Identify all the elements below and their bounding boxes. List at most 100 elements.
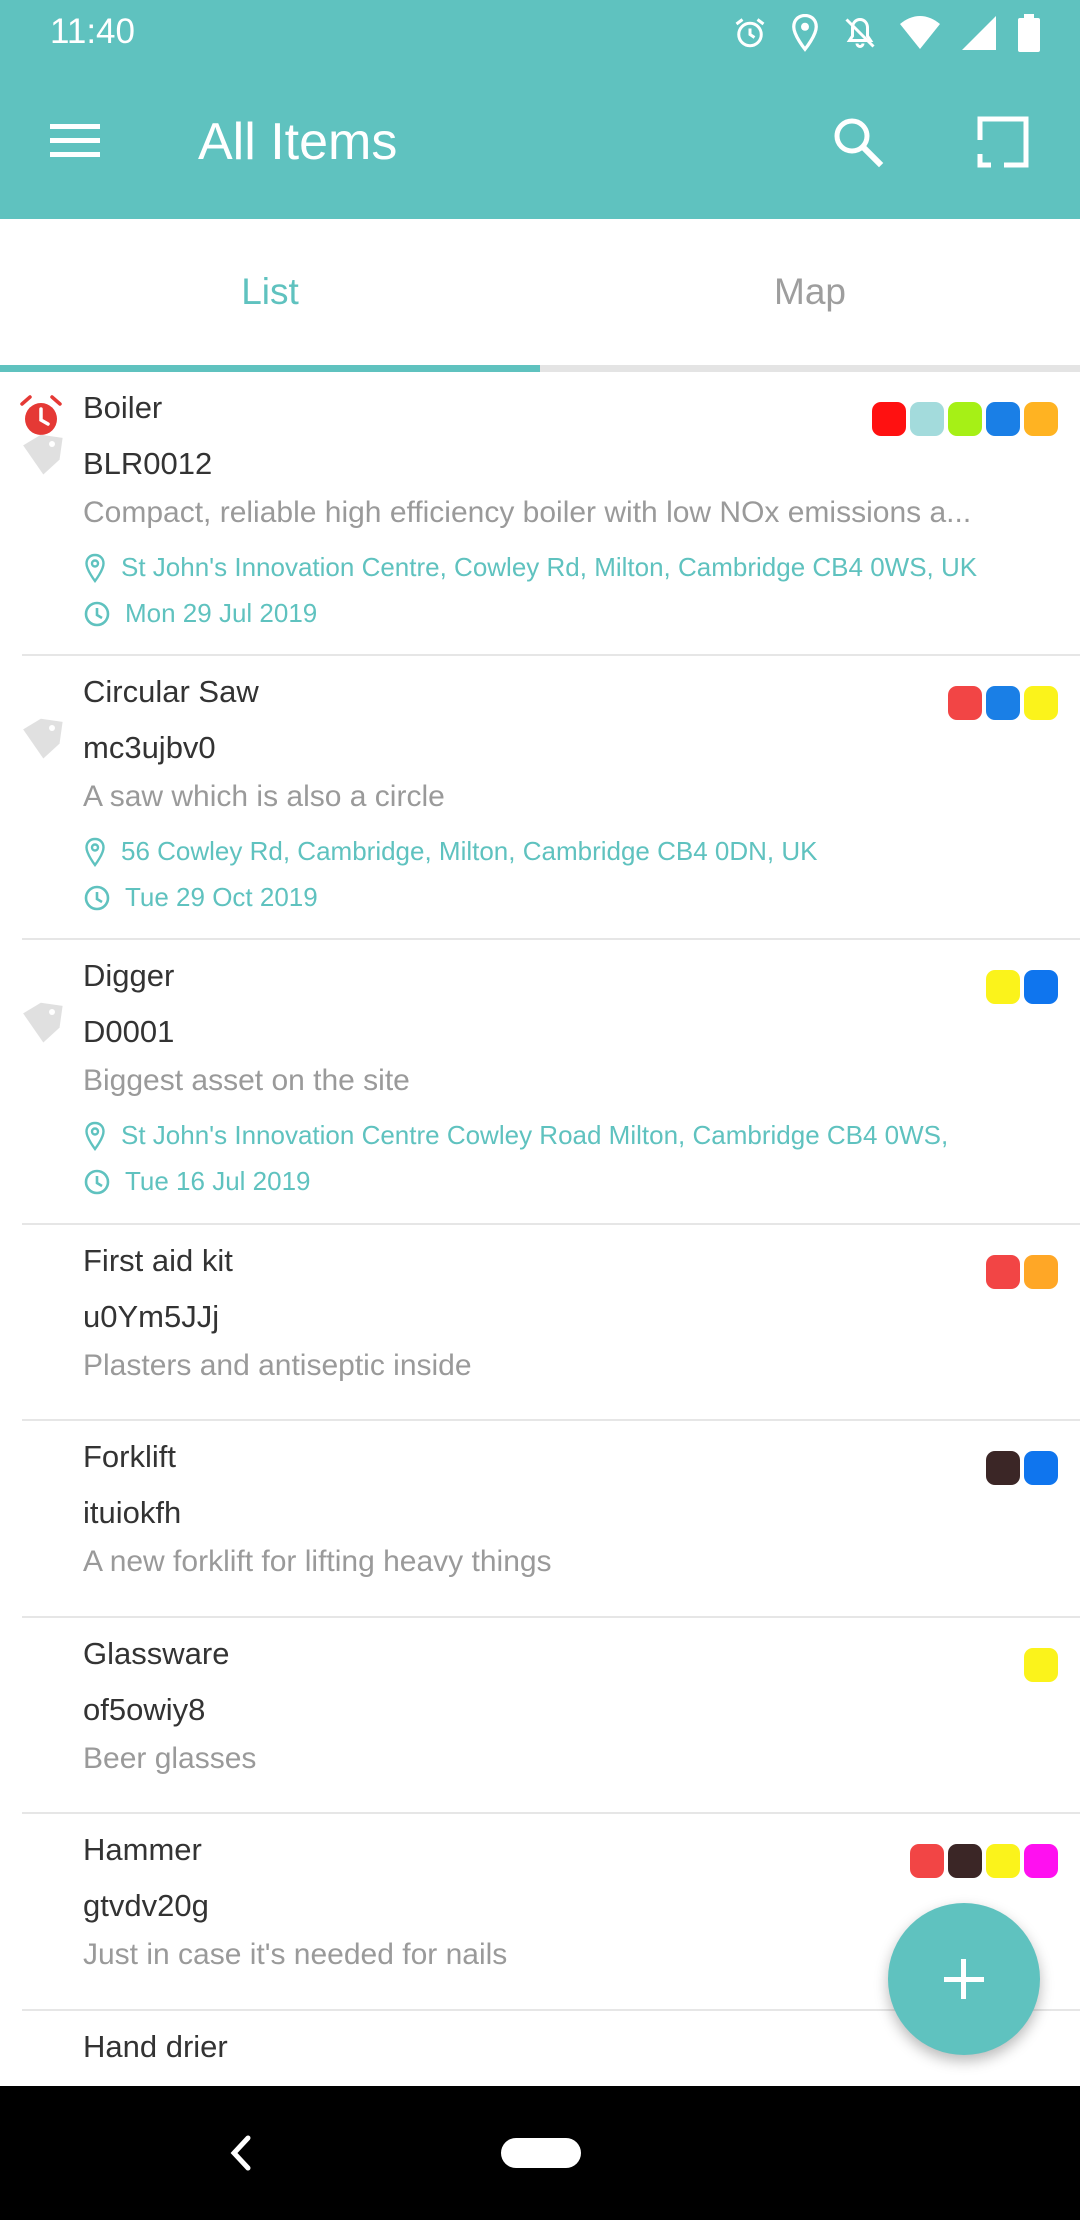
item-location: 56 Cowley Rd, Cambridge, Milton, Cambrid… [83, 836, 818, 867]
location-pin-icon [83, 553, 121, 583]
tab-map[interactable]: Map [540, 219, 1080, 365]
scan-icon[interactable] [975, 114, 1031, 170]
item-description: A new forklift for lifting heavy things [83, 1545, 552, 1578]
item-color-tags [986, 970, 1058, 1004]
item-color-tags [910, 1844, 1058, 1878]
color-tag [1024, 1451, 1058, 1485]
back-icon[interactable] [222, 2132, 258, 2174]
item-description: Plasters and antiseptic inside [83, 1349, 472, 1382]
status-bar: 11:40 [0, 0, 1080, 66]
tag-icon [18, 432, 64, 483]
items-list[interactable]: Boiler BLR0012 Compact, reliable high effi… [0, 372, 1080, 2086]
app-bar: 11:40 All Items [0, 0, 1080, 219]
item-date: Tue 16 Jul 2019 [83, 1166, 311, 1197]
color-tag [986, 970, 1020, 1004]
color-tag [1024, 1648, 1058, 1682]
item-color-tags [1024, 1648, 1058, 1682]
item-name: Circular Saw [83, 674, 259, 709]
item-date: Mon 29 Jul 2019 [83, 598, 317, 629]
item-color-tags [986, 1255, 1058, 1289]
location-pin-icon [83, 1121, 121, 1151]
color-tag [986, 1255, 1020, 1289]
color-tag [948, 402, 982, 436]
item-date-text: Mon 29 Jul 2019 [125, 598, 318, 628]
item-color-tags [872, 402, 1058, 436]
tag-icon [18, 716, 64, 767]
list-item-content: Boiler BLR0012 Compact, reliable high effi… [0, 372, 1080, 656]
item-description: A saw which is also a circle [83, 780, 445, 813]
color-tag [986, 1844, 1020, 1878]
item-date: Tue 29 Oct 2019 [83, 882, 318, 913]
list-item-content: Glassware of5owiy8 Beer glasses [0, 1618, 1080, 1814]
color-tag [948, 686, 982, 720]
add-item-button[interactable] [888, 1903, 1040, 2055]
item-location: St John's Innovation Centre Cowley Road … [83, 1120, 948, 1151]
item-name: First aid kit [83, 1243, 233, 1278]
item-location: St John's Innovation Centre, Cowley Rd, … [83, 552, 977, 583]
signal-icon [962, 16, 996, 50]
color-tag [986, 402, 1020, 436]
menu-icon[interactable] [48, 118, 104, 164]
item-color-tags [986, 1451, 1058, 1485]
color-tag [1024, 402, 1058, 436]
list-item[interactable]: Digger D0001 Biggest asset on the site St J… [22, 940, 1080, 1225]
color-tag [986, 1451, 1020, 1485]
list-item[interactable]: Glassware of5owiy8 Beer glasses [22, 1618, 1080, 1814]
tag-icon [18, 1000, 64, 1051]
item-name: Digger [83, 958, 175, 993]
item-name: Hammer [83, 1832, 202, 1867]
status-icons [732, 12, 1040, 54]
item-code: BLR0012 [83, 446, 213, 481]
item-code: u0Ym5JJj [83, 1299, 220, 1334]
clock-icon [83, 884, 125, 912]
list-item[interactable]: Circular Saw mc3ujbv0 A saw which is also … [22, 656, 1080, 940]
plus-icon-stroke [961, 1959, 966, 1999]
item-date-text: Tue 29 Oct 2019 [125, 882, 318, 912]
item-description: Biggest asset on the site [83, 1064, 410, 1097]
color-tag [910, 1844, 944, 1878]
list-item-content: Digger D0001 Biggest asset on the site St J… [0, 940, 1080, 1225]
color-tag [1024, 1844, 1058, 1878]
color-tag [1024, 970, 1058, 1004]
item-code: D0001 [83, 1014, 175, 1049]
item-location-text: St John's Innovation Centre Cowley Road … [121, 1120, 949, 1150]
wifi-icon [900, 16, 940, 49]
item-location-text: 56 Cowley Rd, Cambridge, Milton, Cambrid… [121, 836, 818, 866]
search-icon[interactable] [830, 114, 886, 170]
item-location-text: St John's Innovation Centre, Cowley Rd, … [121, 552, 978, 582]
color-tag [948, 1844, 982, 1878]
item-code: of5owiy8 [83, 1692, 206, 1727]
item-description: Beer glasses [83, 1742, 257, 1775]
alarm-icon [735, 18, 765, 48]
item-description: Compact, reliable high efficiency boiler… [83, 496, 972, 529]
page-title: All Items [198, 113, 398, 171]
clock-icon [83, 1168, 125, 1196]
item-name: Hand drier [83, 2029, 228, 2064]
item-code: ituiokfh [83, 1495, 182, 1530]
battery-icon [1018, 14, 1040, 52]
item-name: Glassware [83, 1636, 230, 1671]
item-code: mc3ujbv0 [83, 730, 216, 765]
item-date-text: Tue 16 Jul 2019 [125, 1166, 311, 1196]
item-name: Forklift [83, 1439, 176, 1474]
home-pill-icon[interactable] [501, 2138, 581, 2168]
color-tag [1024, 686, 1058, 720]
tab-indicator [0, 365, 540, 372]
color-tag [872, 402, 906, 436]
color-tag [1024, 1255, 1058, 1289]
color-tag [986, 686, 1020, 720]
tab-list[interactable]: List [0, 219, 540, 365]
list-item[interactable]: First aid kit u0Ym5JJj Plasters and antise… [22, 1225, 1080, 1421]
list-item-content: First aid kit u0Ym5JJj Plasters and antise… [0, 1225, 1080, 1421]
status-time: 11:40 [50, 12, 135, 51]
list-item[interactable]: Boiler BLR0012 Compact, reliable high effi… [20, 372, 1080, 656]
clock-icon [83, 600, 125, 628]
item-code: gtvdv20g [83, 1888, 209, 1923]
list-item-content: Forklift ituiokfh A new forklift for lifti… [0, 1421, 1080, 1618]
location-icon [792, 14, 818, 52]
item-name: Boiler [83, 390, 163, 425]
location-pin-icon [83, 837, 121, 867]
list-item-content: Circular Saw mc3ujbv0 A saw which is also … [0, 656, 1080, 940]
tab-bar: List Map [0, 219, 1080, 372]
list-item[interactable]: Forklift ituiokfh A new forklift for lifti… [22, 1421, 1080, 1618]
